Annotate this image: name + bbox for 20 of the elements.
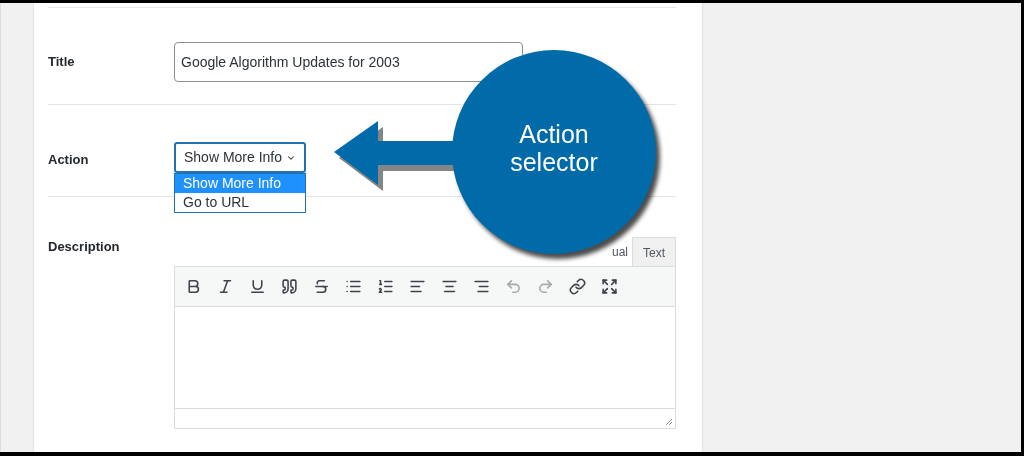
callout-text: Action selector — [509, 120, 599, 176]
align-center-icon — [440, 278, 458, 295]
underline-icon — [248, 278, 266, 295]
link-icon — [568, 278, 586, 295]
field-label: Title — [48, 53, 76, 71]
quote-icon — [280, 278, 298, 295]
field-label: Description — [48, 238, 121, 256]
undo-icon — [504, 278, 522, 295]
editor-tab[interactable]: Text — [632, 237, 676, 266]
action-select[interactable]: Show More Info — [174, 142, 306, 173]
fullscreen-icon — [600, 278, 618, 295]
field-label: Action — [48, 151, 90, 169]
numbered-list-icon — [376, 278, 394, 295]
redo-icon — [536, 278, 554, 295]
resize-handle-icon[interactable] — [665, 418, 673, 426]
strikethrough-icon — [312, 278, 330, 295]
align-right-icon — [472, 278, 490, 295]
title-field[interactable]: Google Algorithm Updates for 2003 — [174, 42, 523, 82]
bulleted-list-icon — [344, 278, 362, 295]
align-left-icon — [408, 278, 426, 295]
